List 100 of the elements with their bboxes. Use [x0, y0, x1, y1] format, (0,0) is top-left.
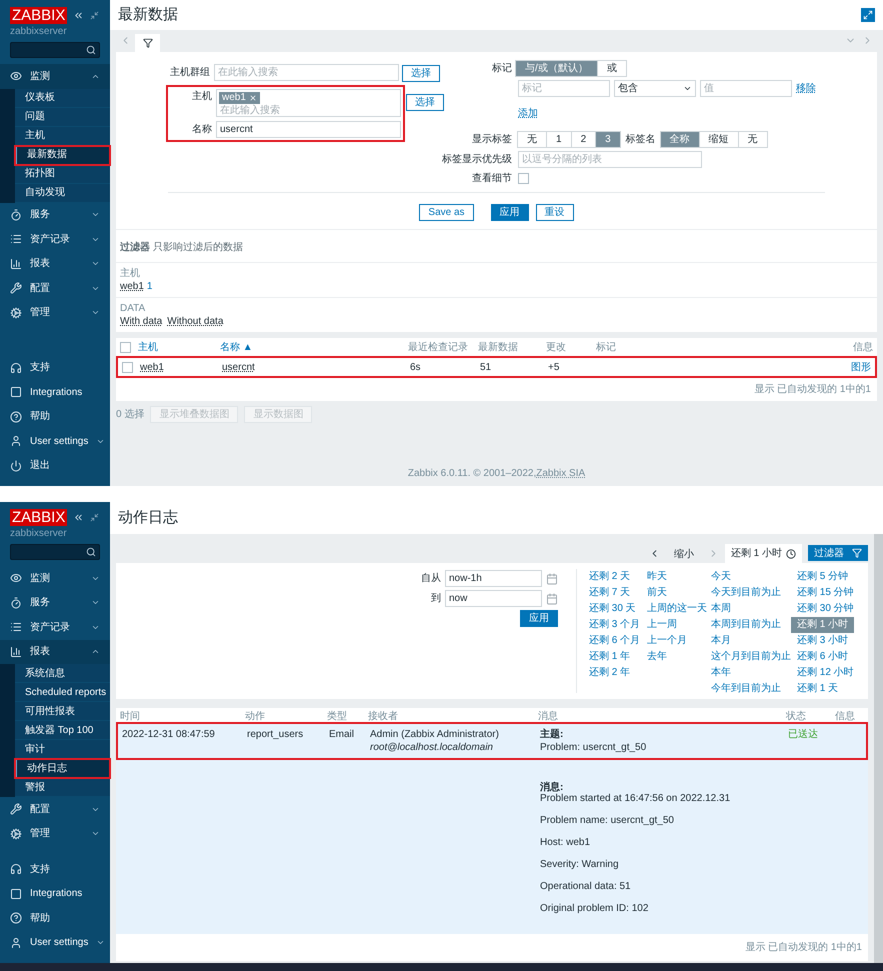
priority-field[interactable]: 以逗号分隔的列表 [518, 151, 702, 168]
filter-button[interactable]: 过滤器 [808, 545, 868, 561]
button[interactable]: 选择 [406, 94, 444, 111]
fullscreen-button[interactable] [861, 8, 875, 22]
quick-range-link[interactable]: 本月 [711, 633, 731, 649]
quick-range-link[interactable]: 上一周 [647, 617, 677, 633]
segment-button[interactable]: 无 [517, 131, 547, 148]
date-field[interactable]: now-1h [445, 570, 542, 587]
filter-tab[interactable] [135, 34, 160, 52]
menu-item[interactable]: 管理 [0, 300, 110, 325]
quick-range-link[interactable]: 还剩 12 小时 [797, 665, 854, 681]
collapse-icon[interactable] [73, 10, 84, 21]
calendar-icon[interactable] [546, 572, 558, 584]
quick-range-link[interactable]: 还剩 3 小时 [797, 633, 848, 649]
submenu-item[interactable]: 主机 [15, 126, 110, 146]
menu-item[interactable]: User settings [0, 930, 110, 955]
submenu-item[interactable]: 最新数据 [15, 146, 110, 164]
menu-item[interactable]: 监测 [0, 566, 110, 590]
kiosk-icon[interactable] [90, 513, 100, 522]
name-field[interactable]: usercnt [216, 121, 401, 138]
quick-range-link[interactable]: 还剩 30 天 [589, 601, 636, 617]
menu-item[interactable]: 资产记录 [0, 615, 110, 640]
subfilter-link[interactable]: With data [120, 315, 162, 328]
search-field[interactable] [10, 544, 100, 560]
menu-item[interactable]: 支持 [0, 857, 110, 882]
segment-button[interactable]: 无 [738, 131, 768, 148]
zabbix-logo[interactable]: ZABBIX [10, 7, 68, 24]
graph-link[interactable]: 图形 [821, 360, 871, 374]
menu-item[interactable]: 管理 [0, 822, 110, 846]
segment-button[interactable]: 1 [546, 131, 572, 148]
quick-range-link[interactable]: 还剩 3 个月 [589, 617, 640, 633]
quick-range-link[interactable]: 还剩 2 年 [589, 665, 630, 681]
menu-item[interactable]: 服务 [0, 202, 110, 227]
quick-range-link[interactable]: 还剩 7 天 [589, 585, 630, 601]
checkbox[interactable] [518, 173, 529, 184]
quick-range-link[interactable]: 还剩 6 小时 [797, 649, 848, 665]
button[interactable]: 重设 [536, 204, 574, 221]
button[interactable]: 应用 [520, 610, 558, 627]
quick-range-link[interactable]: 今年到目前为止 [711, 681, 781, 697]
search-field[interactable] [10, 42, 100, 58]
submenu-item[interactable]: 审计 [15, 740, 110, 759]
item-link[interactable]: usercnt [222, 360, 410, 374]
calendar-icon[interactable] [546, 592, 558, 604]
submenu-item[interactable]: 仪表板 [15, 88, 110, 108]
menu-item[interactable]: 配置 [0, 797, 110, 822]
button[interactable]: Save as [419, 204, 474, 221]
search-input[interactable]: 在此输入搜索 [219, 104, 398, 116]
menu-item[interactable]: 配置 [0, 276, 110, 300]
segment-button[interactable]: 2 [570, 131, 596, 148]
menu-item[interactable]: Integrations [0, 380, 110, 404]
collapse-icon[interactable] [73, 512, 84, 523]
submenu-item[interactable]: 动作日志 [15, 759, 110, 778]
checkbox[interactable] [122, 362, 133, 372]
quick-range-link[interactable]: 还剩 2 天 [589, 569, 630, 585]
column-header[interactable]: 名称 ▲ [220, 340, 408, 354]
segment-button[interactable]: 缩短 [698, 131, 739, 148]
segment-button[interactable]: 或 [596, 60, 627, 77]
quick-range-link[interactable]: 本年 [711, 665, 731, 681]
quick-range-link[interactable]: 本周到目前为止 [711, 617, 781, 633]
menu-item[interactable]: 退出 [0, 454, 110, 478]
menu-item[interactable]: Integrations [0, 882, 110, 906]
quick-range-link[interactable]: 今天到目前为止 [711, 585, 781, 601]
remove-icon[interactable] [248, 94, 257, 102]
quick-range-link[interactable]: 前天 [647, 585, 667, 601]
submenu-item[interactable]: 自动发现 [15, 184, 110, 202]
menu-item[interactable]: 报表 [0, 640, 110, 664]
column-header[interactable]: 主机 [138, 340, 220, 354]
add-link[interactable]: 添加 [518, 108, 538, 119]
quick-range-link[interactable]: 还剩 15 分钟 [797, 585, 854, 601]
quick-range-link[interactable]: 去年 [647, 649, 667, 665]
menu-item[interactable]: 帮助 [0, 404, 110, 429]
quick-range-link[interactable]: 上一个月 [647, 633, 687, 649]
quick-range-link[interactable]: 还剩 30 分钟 [797, 601, 854, 617]
submenu-item[interactable]: Scheduled reports [15, 683, 110, 702]
quick-range-link[interactable]: 今天 [711, 569, 731, 585]
date-field[interactable]: now [445, 590, 542, 607]
button[interactable]: 应用 [490, 204, 529, 221]
zabbix-logo[interactable]: ZABBIX [10, 509, 68, 526]
zoom-out-button[interactable]: 缩小 [666, 545, 702, 563]
menu-item[interactable]: 监测 [0, 64, 110, 88]
quick-range-link[interactable]: 本周 [711, 601, 731, 617]
remove-link[interactable]: 移除 [796, 81, 816, 96]
menu-item[interactable]: User settings [0, 429, 110, 454]
quick-range-link[interactable]: 还剩 6 个月 [589, 633, 640, 649]
scrollbar[interactable] [874, 534, 883, 963]
menu-item[interactable]: 资产记录 [0, 227, 110, 252]
search-icon[interactable] [86, 547, 96, 557]
submenu-item[interactable]: 可用性报表 [15, 702, 110, 721]
subfilter-link[interactable]: Without data [167, 315, 224, 328]
host-link[interactable]: web1 [140, 360, 222, 374]
menu-item[interactable]: 报表 [0, 252, 110, 276]
menu-item[interactable]: 帮助 [0, 906, 110, 930]
quick-range-link[interactable]: 还剩 1 年 [589, 649, 630, 665]
quick-range-link[interactable]: 上周的这一天 [647, 601, 707, 617]
submenu-item[interactable]: 问题 [15, 108, 110, 126]
condition-select[interactable]: 包含 [614, 80, 696, 97]
kiosk-icon[interactable] [90, 11, 100, 20]
submenu-item[interactable]: 警报 [15, 778, 110, 797]
search-icon[interactable] [86, 45, 96, 55]
quick-range-link[interactable]: 这个月到目前为止 [711, 649, 791, 665]
